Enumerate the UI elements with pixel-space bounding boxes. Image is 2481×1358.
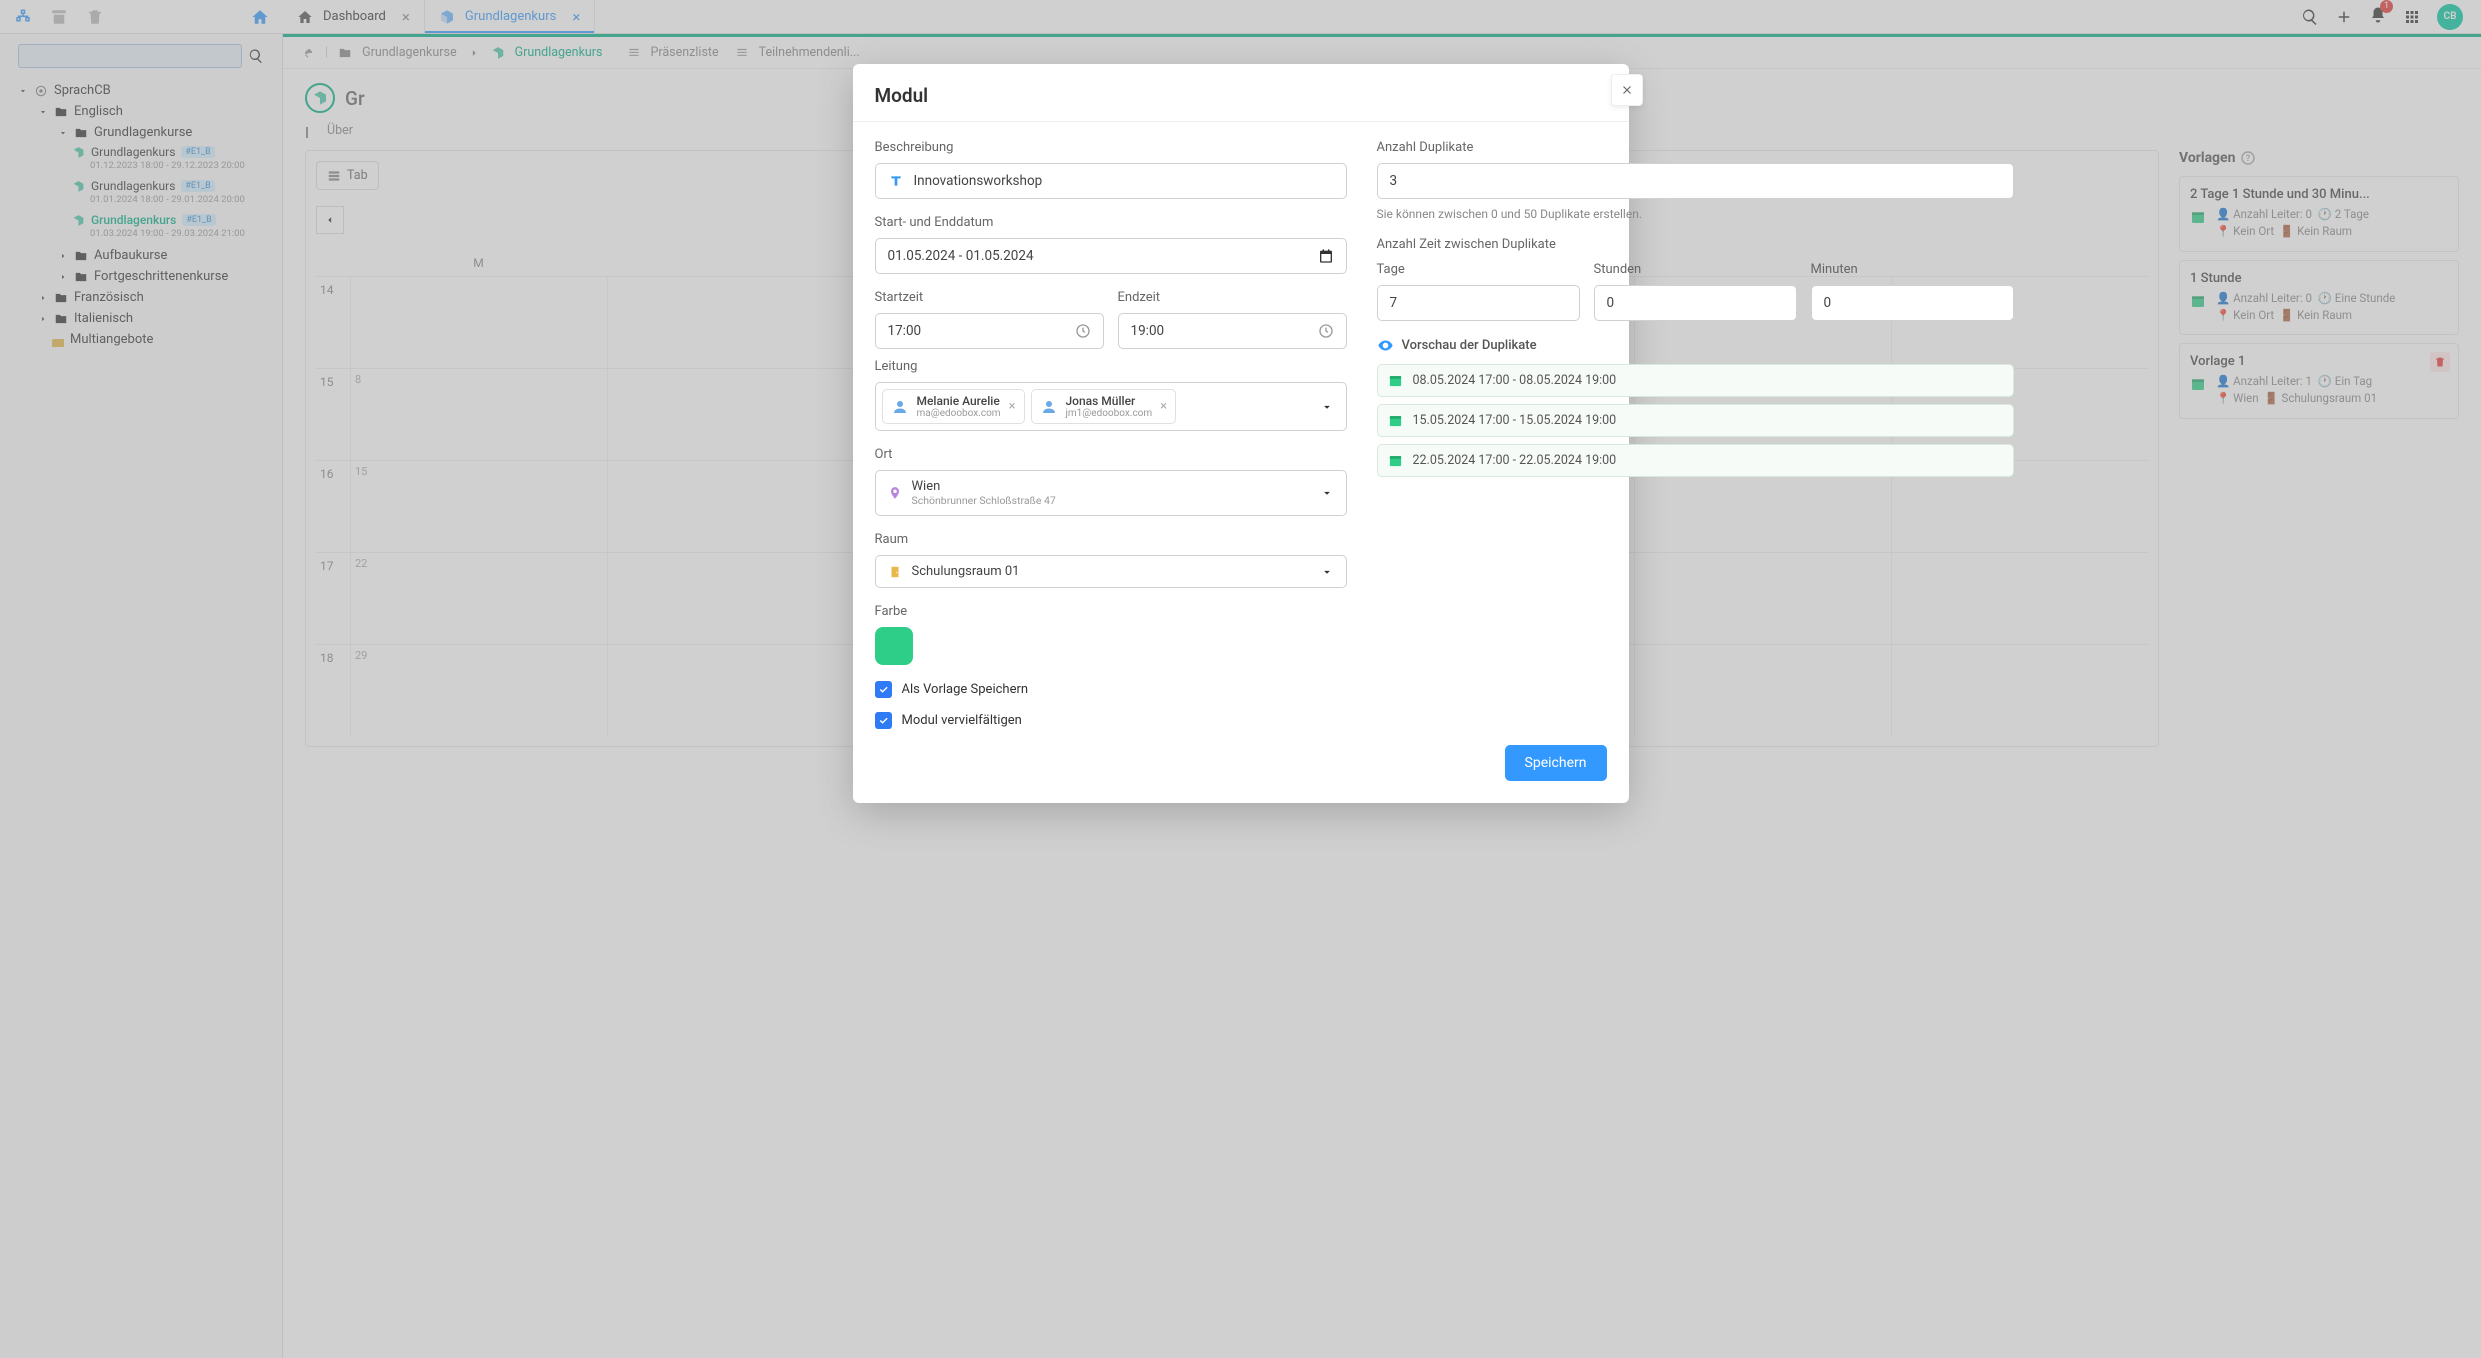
text-icon: [888, 173, 904, 189]
remove-chip[interactable]: ×: [1009, 399, 1016, 414]
field-label: Startzeit: [875, 290, 1104, 305]
field-label: Anzahl Duplikate: [1377, 140, 2014, 155]
clock-icon[interactable]: [1318, 323, 1334, 339]
preview-heading: Vorschau der Duplikate: [1377, 337, 2014, 354]
modal-overlay: Modul Beschreibung Start- und Enddatum: [0, 0, 2481, 1358]
save-as-template-checkbox[interactable]: Als Vorlage Speichern: [875, 681, 1347, 698]
hint-text: Sie können zwischen 0 und 50 Duplikate e…: [1377, 207, 2014, 221]
raum-select[interactable]: Schulungsraum 01: [875, 555, 1347, 588]
person-chip: Melanie Aureliema@edoobox.com×: [882, 389, 1025, 424]
calendar-icon: [1388, 373, 1403, 388]
remove-chip[interactable]: ×: [1160, 399, 1167, 414]
modal-close-button[interactable]: [1611, 74, 1643, 106]
preview-item: 15.05.2024 17:00 - 15.05.2024 19:00: [1377, 404, 2014, 437]
field-label: Ort: [875, 447, 1347, 462]
color-picker[interactable]: [875, 627, 913, 665]
field-label: Raum: [875, 532, 1347, 547]
door-icon: [888, 565, 902, 579]
calendar-icon: [1388, 453, 1403, 468]
eye-icon: [1377, 337, 1394, 354]
modal: Modul Beschreibung Start- und Enddatum: [853, 64, 1629, 803]
startzeit-input[interactable]: [875, 313, 1104, 349]
ort-select[interactable]: Wien Schönbrunner Schloßstraße 47: [875, 470, 1347, 516]
beschreibung-input[interactable]: [875, 163, 1347, 199]
tage-input[interactable]: [1377, 285, 1580, 321]
field-label: Tage: [1377, 262, 1580, 277]
field-label: Minuten: [1811, 262, 2014, 277]
calendar-icon: [1388, 413, 1403, 428]
calendar-icon[interactable]: [1318, 248, 1334, 264]
field-label: Start- und Enddatum: [875, 215, 1347, 230]
leitung-select[interactable]: Melanie Aureliema@edoobox.com×Jonas Müll…: [875, 382, 1347, 431]
modal-title: Modul: [875, 84, 1607, 107]
chevron-down-icon[interactable]: [1320, 565, 1334, 579]
preview-item: 22.05.2024 17:00 - 22.05.2024 19:00: [1377, 444, 2014, 477]
chevron-down-icon[interactable]: [1320, 486, 1334, 500]
person-icon: [891, 398, 909, 416]
field-label: Farbe: [875, 604, 1347, 619]
save-button[interactable]: Speichern: [1505, 745, 1607, 781]
minuten-input[interactable]: [1811, 285, 2014, 321]
endzeit-input[interactable]: [1118, 313, 1347, 349]
duplicate-module-checkbox[interactable]: Modul vervielfältigen: [875, 712, 1347, 729]
datum-input[interactable]: [875, 238, 1347, 274]
pin-icon: [888, 486, 902, 500]
field-label: Leitung: [875, 359, 1347, 374]
anzahl-input[interactable]: [1377, 163, 2014, 199]
stunden-input[interactable]: [1594, 285, 1797, 321]
field-label: Endzeit: [1118, 290, 1347, 305]
clock-icon[interactable]: [1075, 323, 1091, 339]
preview-item: 08.05.2024 17:00 - 08.05.2024 19:00: [1377, 364, 2014, 397]
field-label: Beschreibung: [875, 140, 1347, 155]
chevron-down-icon[interactable]: [1320, 400, 1334, 414]
field-label: Anzahl Zeit zwischen Duplikate: [1377, 237, 2014, 252]
field-label: Stunden: [1594, 262, 1797, 277]
person-chip: Jonas Müllerjm1@edoobox.com×: [1031, 389, 1177, 424]
person-icon: [1040, 398, 1058, 416]
